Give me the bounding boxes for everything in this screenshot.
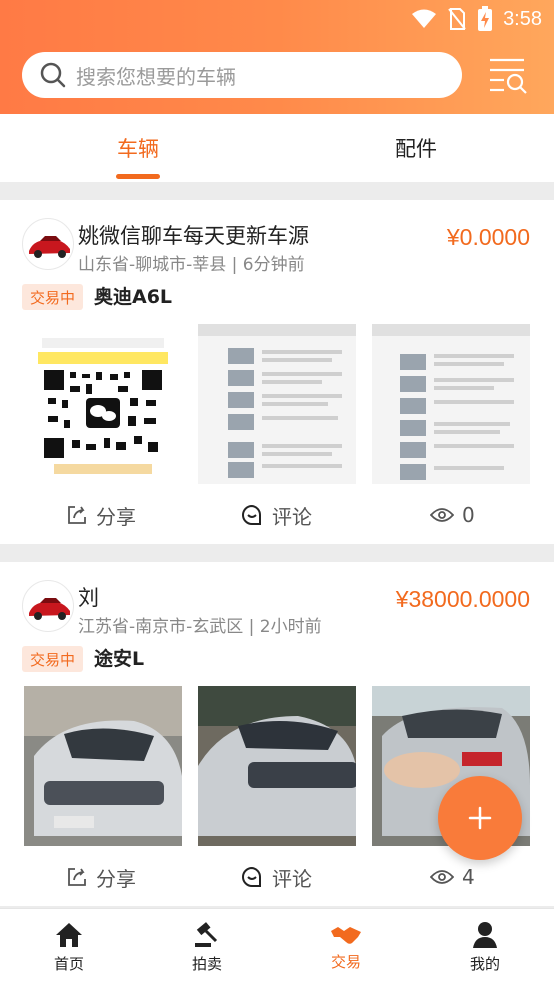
battery-charging-icon — [478, 6, 493, 31]
search-input[interactable]: 搜索您想要的车辆 — [22, 52, 462, 98]
location-time: 江苏省-南京市-玄武区 | 2小时前 — [78, 617, 322, 637]
avatar[interactable] — [22, 580, 74, 632]
share-label: 分享 — [96, 504, 136, 529]
tab-active-indicator — [116, 174, 160, 179]
search-placeholder: 搜索您想要的车辆 — [76, 64, 236, 89]
seller-name: 刘 — [78, 586, 99, 610]
listing-photo-screenshot[interactable] — [372, 324, 530, 484]
add-listing-button[interactable] — [438, 776, 522, 860]
seller-name: 姚微信聊车每天更新车源 — [78, 224, 309, 248]
comment-button[interactable]: 评论 — [240, 862, 312, 892]
status-badge: 交易中 — [22, 284, 84, 310]
share-icon — [68, 868, 86, 886]
bottom-nav: 首页 拍卖 交易 我的 — [0, 908, 554, 984]
listing-card[interactable]: 姚微信聊车每天更新车源 山东省-聊城市-莘县 | 6分钟前 ¥0.0000 交易… — [0, 200, 554, 544]
nav-mine-label: 我的 — [469, 954, 500, 973]
view-count: 4 — [430, 862, 475, 892]
tab-parts[interactable]: 配件 — [316, 114, 516, 182]
eye-icon — [430, 508, 454, 522]
status-bar: 3:58 — [0, 0, 554, 38]
home-icon — [56, 922, 82, 947]
comment-button[interactable]: 评论 — [240, 500, 312, 530]
nav-home-label: 首页 — [53, 954, 84, 973]
tab-vehicles[interactable]: 车辆 — [38, 114, 238, 182]
nav-auction-label: 拍卖 — [191, 954, 222, 973]
listing-photo-screenshot[interactable] — [198, 324, 356, 484]
view-count-value: 4 — [462, 865, 475, 889]
car-model: 途安L — [94, 648, 145, 670]
plus-icon — [468, 806, 492, 830]
eye-icon — [430, 870, 454, 884]
view-count-value: 0 — [462, 503, 475, 527]
nav-auction[interactable]: 拍卖 — [138, 909, 276, 984]
listing-photo-qr[interactable] — [24, 324, 182, 484]
comment-label: 评论 — [272, 866, 312, 891]
red-car-avatar-image — [29, 598, 70, 620]
wifi-icon — [412, 9, 437, 28]
auction-icon — [195, 921, 218, 947]
status-badge: 交易中 — [22, 646, 84, 672]
listing-photo-car[interactable] — [198, 686, 356, 846]
header: 3:58 搜索您想要的车辆 — [0, 0, 554, 114]
comment-label: 评论 — [272, 504, 312, 529]
share-icon — [68, 506, 86, 524]
red-car-avatar-image — [29, 236, 70, 258]
price: ¥0.0000 — [446, 224, 530, 250]
no-sim-icon — [448, 8, 466, 30]
nav-home[interactable]: 首页 — [0, 909, 138, 984]
view-count: 0 — [430, 500, 475, 530]
car-model: 奥迪A6L — [94, 286, 173, 308]
share-button[interactable]: 分享 — [66, 862, 136, 892]
share-button[interactable]: 分享 — [66, 500, 136, 530]
tab-bar: 车辆 配件 — [0, 114, 554, 182]
listing-photo-car[interactable] — [24, 686, 182, 846]
comment-icon — [242, 866, 262, 887]
nav-trade-label: 交易 — [330, 952, 361, 971]
handshake-icon — [331, 926, 361, 944]
nav-mine[interactable]: 我的 — [416, 909, 554, 984]
filter-list-icon[interactable] — [486, 54, 530, 94]
price: ¥38000.0000 — [395, 586, 530, 612]
comment-icon — [242, 504, 262, 525]
user-icon — [473, 921, 497, 948]
status-time: 3:58 — [503, 7, 542, 30]
location-time: 山东省-聊城市-莘县 | 6分钟前 — [78, 255, 305, 275]
nav-trade[interactable]: 交易 — [277, 909, 415, 984]
search-icon — [40, 62, 66, 88]
share-label: 分享 — [96, 866, 136, 891]
avatar[interactable] — [22, 218, 74, 270]
